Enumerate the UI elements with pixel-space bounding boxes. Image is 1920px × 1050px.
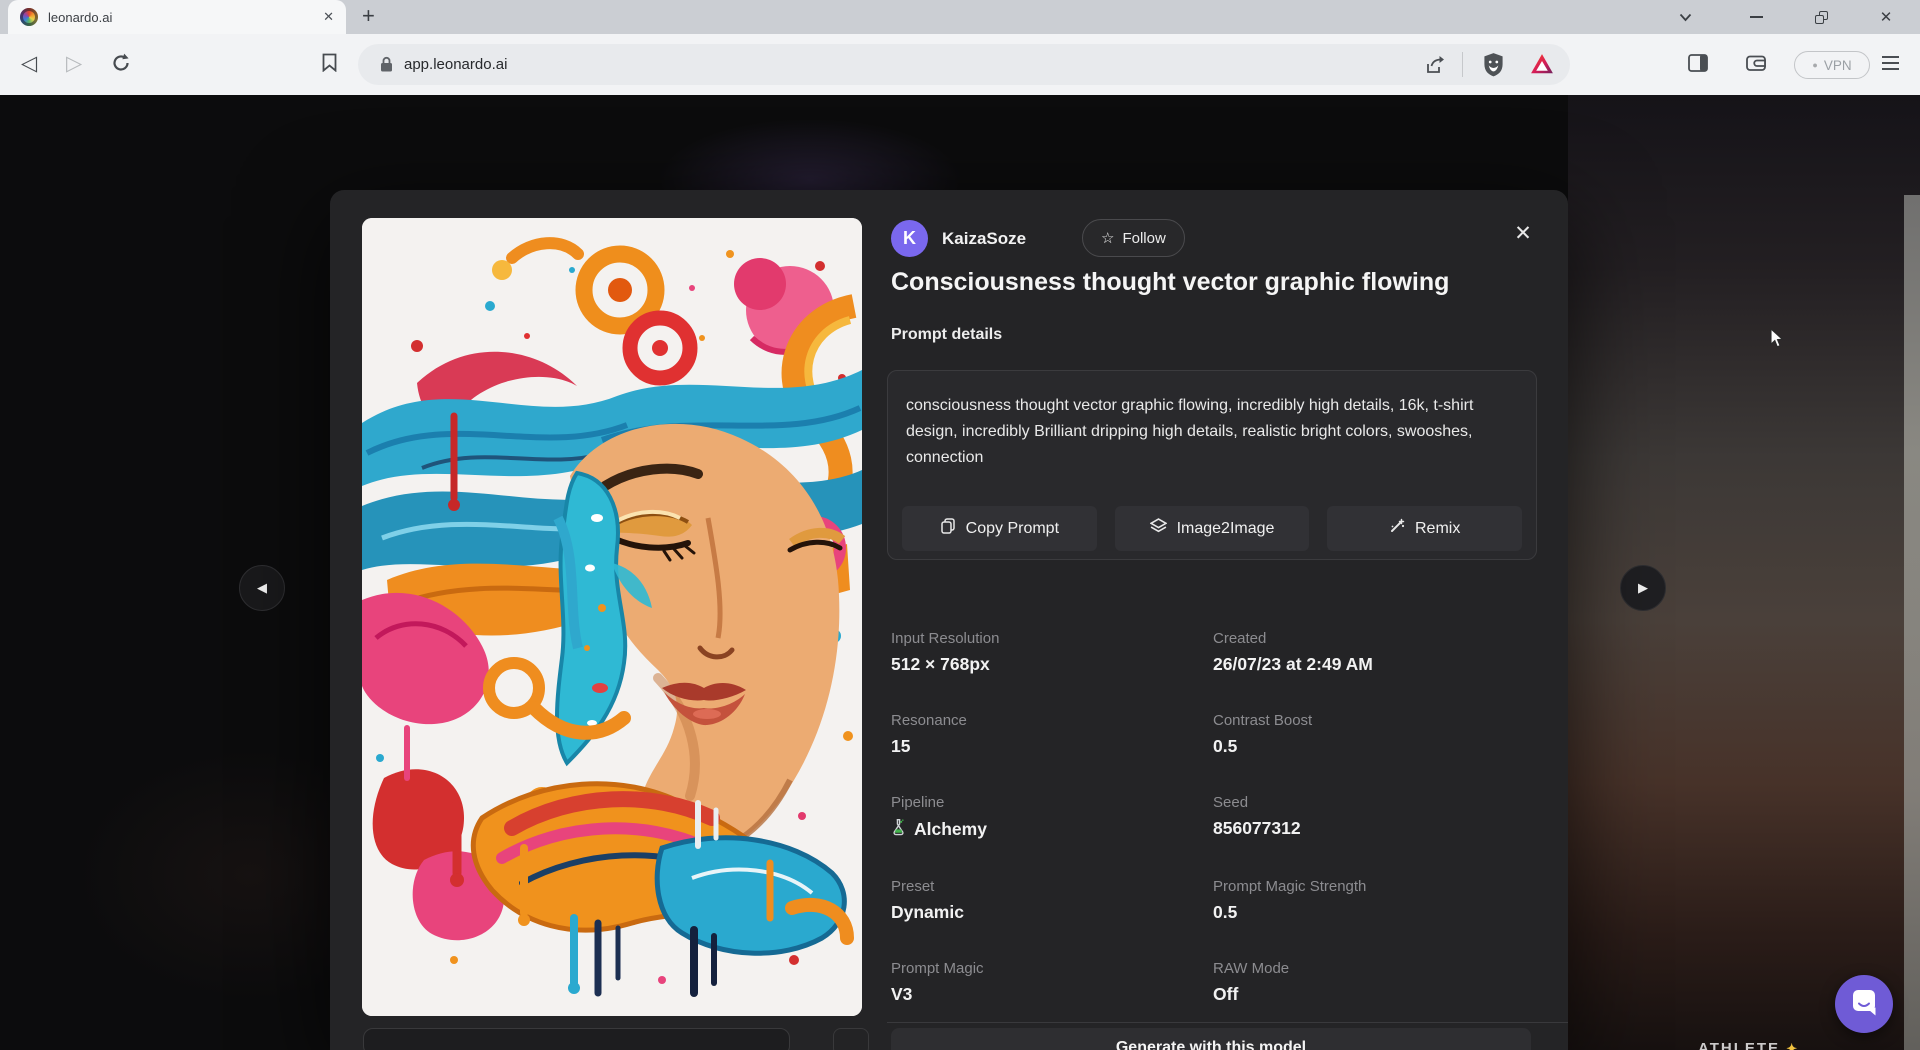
omnibox-separator xyxy=(1462,52,1463,77)
page-scrollbar[interactable] xyxy=(1904,195,1920,1050)
share-icon[interactable] xyxy=(1424,54,1446,81)
wallet-icon[interactable] xyxy=(1746,54,1766,77)
detail-raw-mode: RAW Mode Off xyxy=(1213,960,1541,1005)
mouse-cursor xyxy=(1770,328,1785,354)
menu-icon[interactable] xyxy=(1882,56,1899,70)
bg-caption: ATHLETE ✦ xyxy=(1698,1040,1799,1050)
tab-title: leonardo.ai xyxy=(48,10,313,25)
detail-seed: Seed 856077312 xyxy=(1213,794,1541,841)
details-grid: Input Resolution 512 × 768px Created 26/… xyxy=(891,630,1541,1005)
page-content: ATHLETE ✦ ◀ ▶ xyxy=(0,95,1920,1050)
tab-close-icon[interactable]: ✕ xyxy=(323,9,334,25)
generate-with-model-button[interactable]: Generate with this model xyxy=(891,1028,1531,1050)
bottom-strip-button[interactable] xyxy=(833,1028,869,1050)
screen: leonardo.ai ✕ + ✕ ◁ ▷ app.leonardo.ai xyxy=(0,0,1920,1050)
bottom-input-strip[interactable] xyxy=(363,1028,790,1050)
reload-button[interactable] xyxy=(110,52,132,79)
back-button[interactable]: ◁ xyxy=(21,51,37,76)
brave-rewards-triangle-icon[interactable] xyxy=(1530,53,1554,80)
copy-prompt-button[interactable]: Copy Prompt xyxy=(902,506,1097,551)
browser-toolbar: ◁ ▷ app.leonardo.ai xyxy=(0,34,1920,95)
browser-tab[interactable]: leonardo.ai ✕ xyxy=(8,0,346,34)
bookmark-icon[interactable] xyxy=(322,53,337,77)
footer-divider xyxy=(887,1022,1568,1023)
forward-button[interactable]: ▷ xyxy=(66,51,82,76)
support-chat-button[interactable] xyxy=(1835,975,1893,1033)
follow-button[interactable]: ☆ Follow xyxy=(1082,219,1185,257)
image2image-button[interactable]: Image2Image xyxy=(1115,506,1310,551)
vpn-label: VPN xyxy=(1824,58,1852,73)
chat-bubble-icon xyxy=(1849,987,1879,1022)
detail-input-resolution: Input Resolution 512 × 768px xyxy=(891,630,1213,675)
remix-button[interactable]: Remix xyxy=(1327,506,1522,551)
minimize-button[interactable] xyxy=(1736,0,1776,34)
detail-prompt-magic-strength: Prompt Magic Strength 0.5 xyxy=(1213,878,1541,923)
address-bar[interactable]: app.leonardo.ai xyxy=(358,44,1570,85)
vpn-dot-icon: ● xyxy=(1812,61,1817,70)
bg-blurred-gallery xyxy=(1568,95,1920,1050)
previous-image-button[interactable]: ◀ xyxy=(239,565,285,611)
sidebar-icon[interactable] xyxy=(1688,54,1708,77)
tab-search-chevron-icon[interactable] xyxy=(1665,0,1705,34)
star-icon: ☆ xyxy=(1101,229,1114,247)
detail-preset: Preset Dynamic xyxy=(891,878,1213,923)
url-text: app.leonardo.ai xyxy=(404,44,507,85)
detail-prompt-magic: Prompt Magic V3 xyxy=(891,960,1213,1005)
modal-close-icon[interactable]: ✕ xyxy=(1508,218,1538,248)
tab-strip: leonardo.ai ✕ + ✕ xyxy=(0,0,1920,34)
spark-icon: ✦ xyxy=(1786,1041,1799,1050)
detail-created: Created 26/07/23 at 2:49 AM xyxy=(1213,630,1541,675)
layers-icon xyxy=(1150,518,1167,539)
vpn-button[interactable]: ● VPN xyxy=(1794,51,1870,79)
alchemy-flask-icon xyxy=(891,818,906,841)
brave-shield-icon[interactable] xyxy=(1482,52,1505,82)
generation-title: Consciousness thought vector graphic flo… xyxy=(891,268,1449,297)
prompt-box: consciousness thought vector graphic flo… xyxy=(887,370,1537,560)
next-image-button[interactable]: ▶ xyxy=(1620,565,1666,611)
image-detail-modal: K KaizaSoze ☆ Follow ✕ Consciousness tho… xyxy=(330,190,1568,1050)
detail-pipeline: Pipeline Alchemy xyxy=(891,794,1213,841)
new-tab-button[interactable]: + xyxy=(362,3,375,29)
detail-resonance: Resonance 15 xyxy=(891,712,1213,757)
username[interactable]: KaizaSoze xyxy=(942,229,1026,249)
remix-wand-icon xyxy=(1389,518,1405,539)
prompt-details-heading: Prompt details xyxy=(891,326,1002,344)
lock-icon xyxy=(380,56,393,78)
restore-button[interactable] xyxy=(1801,0,1841,34)
prompt-actions: Copy Prompt Image2Image Remix xyxy=(902,506,1522,551)
artwork-image xyxy=(362,218,862,1016)
window-close-button[interactable]: ✕ xyxy=(1866,0,1906,34)
prompt-text: consciousness thought vector graphic flo… xyxy=(888,371,1536,471)
leonardo-favicon-icon xyxy=(20,8,38,26)
detail-contrast-boost: Contrast Boost 0.5 xyxy=(1213,712,1541,757)
copy-icon xyxy=(940,518,956,539)
avatar[interactable]: K xyxy=(891,220,928,257)
follow-label: Follow xyxy=(1122,230,1165,247)
